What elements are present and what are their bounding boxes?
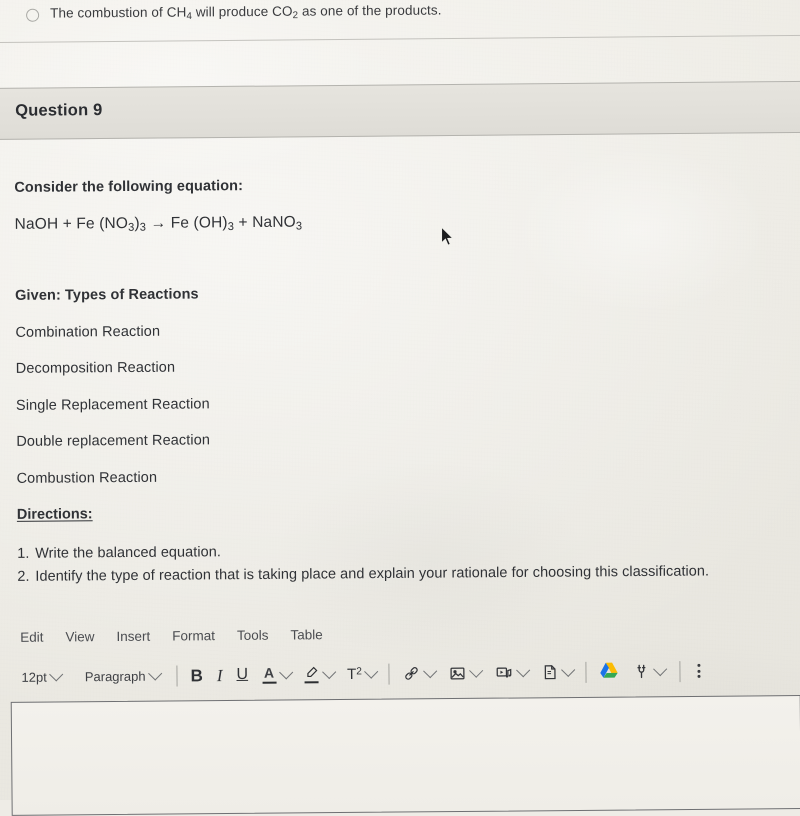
menu-item-tools[interactable]: Tools xyxy=(237,628,269,643)
answer-text-area[interactable] xyxy=(10,695,800,816)
editor-menubar: Edit View Insert Format Tools Table xyxy=(20,627,323,645)
block-format-value: Paragraph xyxy=(84,668,146,684)
link-icon xyxy=(403,665,421,681)
superscript-letter: T xyxy=(346,665,357,683)
chevron-down-icon[interactable] xyxy=(278,665,293,680)
chemical-equation: NaOH + Fe (NO3)3 → Fe (OH)3 + NaNO3 xyxy=(15,214,303,235)
text-color-icon: A xyxy=(262,664,277,684)
option-text-part-2: will produce CO xyxy=(191,3,293,20)
embed-button[interactable] xyxy=(626,660,672,682)
question-title: Question 9 xyxy=(15,101,103,120)
direction-text: Write the balanced equation. xyxy=(35,544,221,562)
underline-icon: U xyxy=(236,665,249,683)
question-header-band: Question 9 xyxy=(0,80,800,140)
underline-button[interactable]: U xyxy=(229,665,255,685)
menu-item-view[interactable]: View xyxy=(65,629,94,644)
font-size-dropdown[interactable]: 12pt xyxy=(14,667,67,686)
option-text-part-1: The combustion of CH xyxy=(50,4,187,21)
superscript-icon: T2 xyxy=(346,665,362,683)
chevron-down-icon[interactable] xyxy=(364,664,379,679)
equation-segment: → Fe (OH) xyxy=(146,214,228,232)
document-icon xyxy=(542,663,559,681)
reaction-type-item: Double replacement Reaction xyxy=(16,432,211,450)
google-drive-icon xyxy=(600,662,619,682)
embed-icon xyxy=(633,662,651,680)
toolbar-divider xyxy=(176,664,178,686)
document-button[interactable] xyxy=(535,661,580,683)
chevron-down-icon xyxy=(49,667,64,682)
chevron-down-icon xyxy=(148,666,163,681)
italic-button[interactable]: I xyxy=(210,665,230,686)
directions-label: Directions: xyxy=(16,506,93,523)
superscript-button[interactable]: T2 xyxy=(340,664,383,683)
chevron-down-icon[interactable] xyxy=(653,662,668,677)
text-color-letter: A xyxy=(263,664,275,681)
direction-number: 2. xyxy=(17,568,30,585)
highlight-color-swatch xyxy=(304,680,319,684)
chevron-down-icon[interactable] xyxy=(561,662,576,677)
direction-item: 1. Write the balanced equation. xyxy=(17,544,221,562)
reaction-type-item: Single Replacement Reaction xyxy=(15,396,210,414)
media-button[interactable] xyxy=(488,662,535,683)
font-size-value: 12pt xyxy=(21,669,47,685)
previous-option-label: The combustion of CH4 will produce CO2 a… xyxy=(50,3,442,23)
equation-subscript: 3 xyxy=(295,220,303,233)
chevron-down-icon[interactable] xyxy=(469,663,484,678)
block-format-dropdown[interactable]: Paragraph xyxy=(78,666,167,686)
reaction-type-item: Decomposition Reaction xyxy=(15,359,176,377)
bold-button[interactable]: B xyxy=(183,665,209,686)
chevron-down-icon[interactable] xyxy=(516,663,531,678)
text-color-button[interactable]: A xyxy=(255,663,297,685)
superscript-exponent: 2 xyxy=(356,665,362,677)
more-options-icon xyxy=(694,663,705,678)
reaction-type-item: Combination Reaction xyxy=(15,323,161,341)
google-drive-button[interactable] xyxy=(593,660,626,684)
option-text-part-3: as one of the products. xyxy=(298,2,442,19)
image-icon xyxy=(449,664,467,681)
direction-number: 1. xyxy=(17,545,30,562)
image-button[interactable] xyxy=(442,662,488,683)
text-color-swatch xyxy=(262,681,277,684)
highlight-color-button[interactable] xyxy=(297,663,340,685)
equation-segment: NaOH + Fe (NO xyxy=(14,214,129,233)
prompt-label: Consider the following equation: xyxy=(14,178,244,196)
chevron-down-icon[interactable] xyxy=(423,664,438,679)
mouse-pointer-icon xyxy=(440,225,456,248)
highlight-color-icon xyxy=(304,665,319,684)
toolbar-divider xyxy=(585,661,587,683)
menu-item-table[interactable]: Table xyxy=(290,627,322,642)
radio-button-unselected[interactable] xyxy=(26,8,40,22)
equation-segment: + NaNO xyxy=(233,213,296,232)
reaction-type-item: Combustion Reaction xyxy=(16,469,158,487)
menu-item-edit[interactable]: Edit xyxy=(20,630,43,645)
bold-icon: B xyxy=(190,665,203,685)
given-label: Given: Types of Reactions xyxy=(15,286,199,304)
link-button[interactable] xyxy=(396,663,442,683)
toolbar-divider xyxy=(388,663,390,685)
menu-item-insert[interactable]: Insert xyxy=(116,629,150,644)
menu-item-format[interactable]: Format xyxy=(172,628,215,643)
italic-icon: I xyxy=(216,665,223,685)
chevron-down-icon[interactable] xyxy=(321,664,336,680)
more-options-button[interactable] xyxy=(687,662,705,680)
toolbar-divider xyxy=(679,660,681,682)
media-icon xyxy=(495,664,514,681)
